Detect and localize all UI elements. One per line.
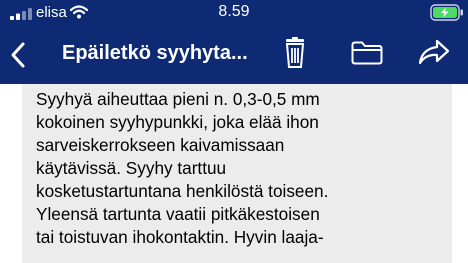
header: elisa 8.59 Epäiletkö syyhyta... bbox=[0, 0, 468, 84]
message-line: Syyhyä aiheuttaa pieni n. 0,3-0,5 mm bbox=[36, 89, 320, 109]
navigation-bar: Epäiletkö syyhyta... bbox=[0, 26, 468, 84]
message-body: Syyhyä aiheuttaa pieni n. 0,3-0,5 mm kok… bbox=[22, 84, 452, 263]
folder-icon[interactable] bbox=[351, 41, 383, 65]
status-bar: elisa 8.59 bbox=[0, 0, 468, 26]
trash-icon[interactable] bbox=[283, 37, 307, 69]
message-line: Yleensä tartunta vaatii pitkäkestoisen bbox=[36, 204, 320, 224]
message-line: kokoinen syyhypunkki, joka elää ihon bbox=[36, 112, 319, 132]
message-text: Syyhyä aiheuttaa pieni n. 0,3-0,5 mm kok… bbox=[22, 84, 452, 249]
battery-charging-icon bbox=[430, 4, 463, 21]
clock: 8.59 bbox=[218, 3, 250, 20]
back-arrow-icon[interactable] bbox=[6, 40, 32, 70]
message-line: sarveiskerrokseen kaivamissaan bbox=[36, 135, 285, 155]
message-line: kosketustartuntana henkilöstä toiseen. bbox=[36, 181, 329, 201]
share-icon[interactable] bbox=[418, 39, 450, 65]
message-line: tai toistuvan ihokontaktin. Hyvin laaja- bbox=[36, 227, 324, 247]
message-line: käytävissä. Syyhy tarttuu bbox=[36, 158, 227, 178]
message-title: Epäiletkö syyhyta... bbox=[62, 42, 248, 64]
